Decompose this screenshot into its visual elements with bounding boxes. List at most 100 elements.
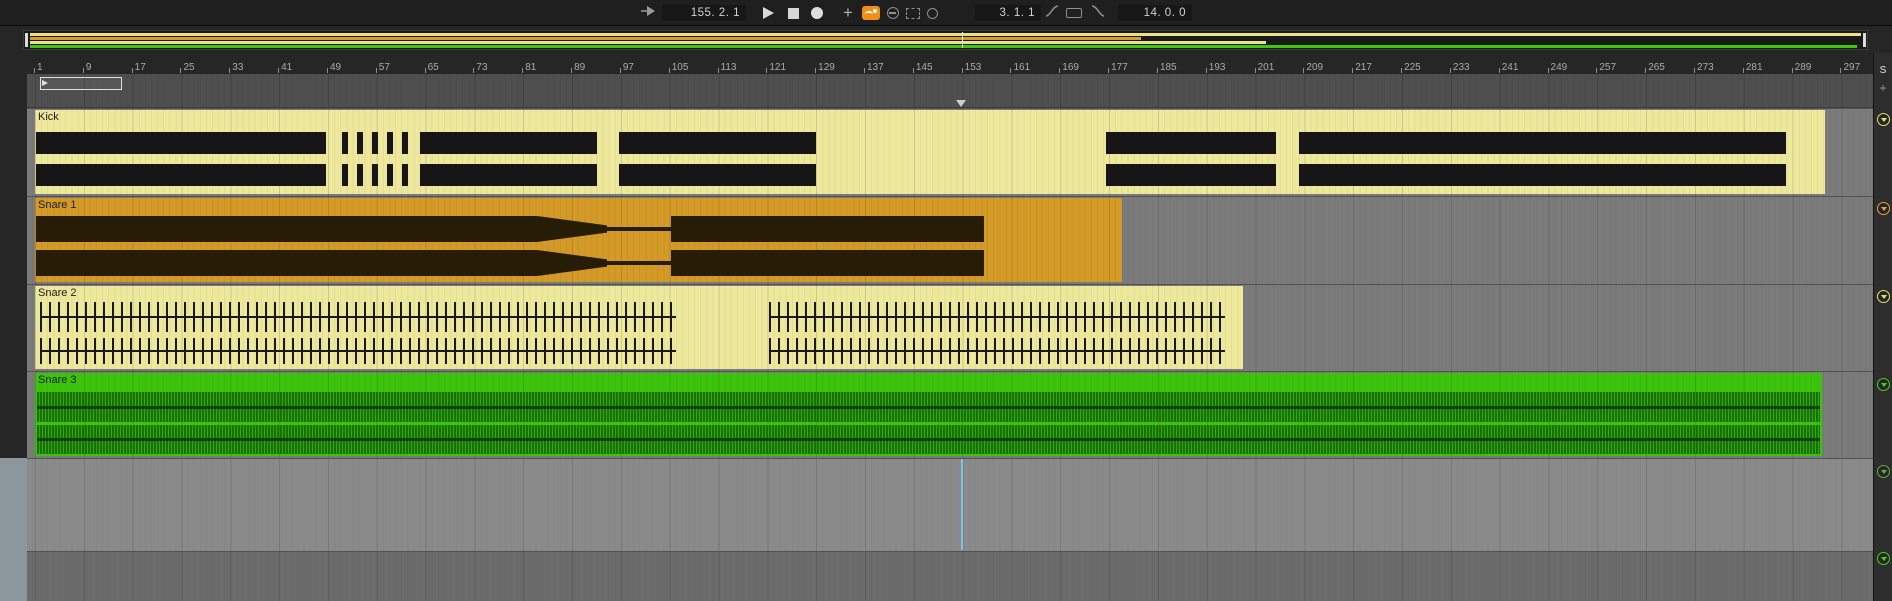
track-lane-snare-2[interactable]: Snare 2 xyxy=(27,284,1873,371)
overview-clip-line xyxy=(30,33,1861,36)
ruler-tick[interactable]: 185 xyxy=(1156,63,1177,73)
track-lane-empty-6[interactable] xyxy=(27,551,1873,601)
ruler-tick[interactable]: 201 xyxy=(1254,63,1274,73)
playhead-marker-icon[interactable] xyxy=(956,100,966,107)
track-lane-snare-3[interactable]: Snare 3 xyxy=(27,371,1873,458)
track-fold-button[interactable] xyxy=(1877,113,1890,126)
loop-button[interactable] xyxy=(1064,0,1084,26)
ruler-tick[interactable]: 73 xyxy=(473,63,488,73)
session-record-button[interactable] xyxy=(924,0,940,26)
ruler-tick[interactable]: 137 xyxy=(864,63,884,73)
stop-button[interactable] xyxy=(784,0,802,26)
add-track-button[interactable]: + xyxy=(1874,81,1892,95)
tick-number: 225 xyxy=(1404,62,1421,73)
ruler-tick[interactable]: 169 xyxy=(1059,63,1079,73)
ruler-tick[interactable]: 121 xyxy=(766,63,786,73)
tick-number: 249 xyxy=(1550,62,1568,73)
waveform xyxy=(342,164,348,186)
ruler-tick[interactable]: 17 xyxy=(131,63,146,73)
automation-arm-button[interactable] xyxy=(860,0,882,26)
ruler-tick[interactable]: 1 xyxy=(34,63,43,73)
bar-ruler[interactable]: 1 9 17 25 33 41 49 57 65 73 81 89 97 105 113 121 129 137 1… xyxy=(27,58,1873,74)
punch-in-button[interactable] xyxy=(1044,0,1060,26)
ruler-tick[interactable]: 33 xyxy=(229,63,243,73)
track-fold-button[interactable] xyxy=(1877,290,1890,303)
ruler-tick[interactable]: 249 xyxy=(1547,62,1568,73)
tick-number: 145 xyxy=(915,62,933,73)
tick-mark xyxy=(1059,68,1061,73)
panel-edge xyxy=(0,458,27,601)
ruler-tick[interactable]: 289 xyxy=(1791,63,1811,73)
ruler-tick[interactable]: 105 xyxy=(668,63,688,73)
waveform xyxy=(671,250,984,276)
track-lane-snare-1[interactable]: Snare 1 xyxy=(27,196,1873,284)
tick-number: 161 xyxy=(1013,62,1031,73)
loop-icon xyxy=(1066,8,1082,18)
reenable-automation-button[interactable] xyxy=(884,0,902,26)
ruler-tick[interactable]: 209 xyxy=(1303,63,1323,73)
ruler-tick[interactable]: 257 xyxy=(1596,63,1616,73)
loop-start-display[interactable]: 3. 1. 1 xyxy=(975,5,1041,21)
tick-number: 209 xyxy=(1306,62,1324,73)
clip-snare-1[interactable]: Snare 1 xyxy=(35,198,1122,282)
ruler-tick[interactable]: 81 xyxy=(522,63,536,73)
record-button[interactable] xyxy=(808,0,826,26)
ruler-tick[interactable]: 97 xyxy=(619,63,634,73)
ruler-tick[interactable]: 113 xyxy=(717,63,736,73)
ruler-tick[interactable]: 233 xyxy=(1449,63,1470,73)
track-fold-button[interactable] xyxy=(1877,378,1890,391)
ruler-tick[interactable]: 153 xyxy=(961,63,981,73)
overdub-button[interactable]: + xyxy=(840,0,856,26)
ruler-tick[interactable]: 297 xyxy=(1840,63,1860,73)
clip-kick[interactable]: Kick xyxy=(35,110,1825,194)
play-button[interactable] xyxy=(758,0,778,26)
overview-left-handle[interactable] xyxy=(25,33,28,47)
clip-snare-3[interactable]: Snare 3 xyxy=(35,373,1822,456)
ruler-tick[interactable]: 129 xyxy=(815,63,835,73)
ruler-tick[interactable]: 49 xyxy=(326,63,341,73)
arrangement-position-display[interactable]: 155. 2. 1 xyxy=(662,5,746,21)
ruler-tick[interactable]: 273 xyxy=(1694,63,1714,73)
follow-icon xyxy=(640,4,656,22)
ruler-tick[interactable]: 65 xyxy=(424,63,439,73)
capture-midi-button[interactable] xyxy=(904,0,922,26)
loop-length-display[interactable]: 14. 0. 0 xyxy=(1118,5,1192,21)
tick-mark xyxy=(1694,68,1696,73)
waveform xyxy=(40,338,676,364)
clip-snare-2[interactable]: Snare 2 xyxy=(35,286,1243,369)
transport-bar: 155. 2. 1 + 3. 1. 1 14. 0. 0 xyxy=(0,0,1892,26)
scrub-area[interactable] xyxy=(27,74,1873,108)
ruler-tick[interactable]: 25 xyxy=(180,63,195,73)
waveform xyxy=(36,132,326,154)
ruler-tick[interactable]: 57 xyxy=(375,63,390,73)
track-fold-button[interactable] xyxy=(1877,552,1890,565)
ruler-tick[interactable]: 225 xyxy=(1401,63,1421,73)
tick-number: 33 xyxy=(232,62,244,73)
ruler-tick[interactable]: 161 xyxy=(1010,63,1030,73)
ruler-tick[interactable]: 177 xyxy=(1108,63,1128,73)
ruler-tick[interactable]: 217 xyxy=(1352,63,1372,73)
tick-mark xyxy=(864,68,865,73)
ruler-tick[interactable]: 89 xyxy=(571,63,585,73)
ruler-tick[interactable]: 281 xyxy=(1742,63,1763,73)
ruler-tick[interactable]: 265 xyxy=(1645,63,1665,73)
loop-brace[interactable] xyxy=(40,77,122,90)
overview-right-handle[interactable] xyxy=(1863,33,1866,47)
track-fold-button[interactable] xyxy=(1877,465,1890,478)
track-fold-button[interactable] xyxy=(1877,202,1890,215)
track-area: Kick Snare 1 Snare 2 Snare 3 xyxy=(27,108,1873,601)
ruler-tick[interactable]: 145 xyxy=(912,62,933,73)
track-lane-kick[interactable]: Kick xyxy=(27,108,1873,196)
tick-mark xyxy=(522,68,524,73)
ruler-tick[interactable]: 241 xyxy=(1498,63,1518,73)
ruler-tick[interactable]: 41 xyxy=(278,63,292,73)
arrangement-overview[interactable] xyxy=(23,30,1868,50)
tick-mark xyxy=(1254,68,1256,73)
tick-mark xyxy=(1010,68,1012,73)
ruler-tick[interactable]: 193 xyxy=(1205,63,1225,73)
punch-out-button[interactable] xyxy=(1090,0,1106,26)
track-lane-empty-5[interactable] xyxy=(27,458,1873,551)
ruler-tick[interactable]: 9 xyxy=(82,63,91,73)
clip-name: Snare 1 xyxy=(38,199,77,211)
follow-button[interactable] xyxy=(638,0,658,26)
